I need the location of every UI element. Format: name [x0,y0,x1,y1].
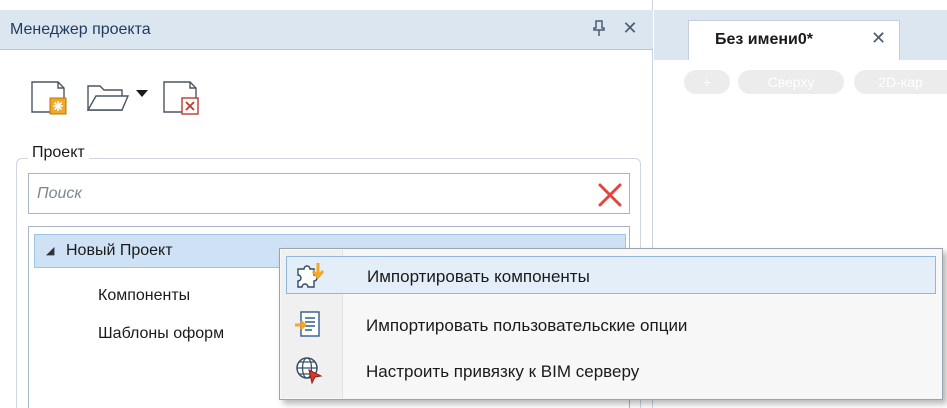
menu-item-bim-server[interactable]: Настроить привязку к BIM серверу [286,352,936,390]
menu-item-bim-server-label: Настроить привязку к BIM серверу [366,362,640,381]
project-toolbar [30,76,230,116]
panel-header: Менеджер проекта ✕ [0,10,653,50]
import-components-icon [295,261,325,291]
panel-title: Менеджер проекта [10,21,151,38]
dropdown-arrow-icon[interactable] [134,76,150,116]
delete-project-icon[interactable] [162,76,206,116]
import-options-icon [294,310,324,340]
project-group-label: Проект [28,144,89,162]
tree-item-templates[interactable]: Шаблоны оформ [98,325,224,343]
menu-item-import-options[interactable]: Импортировать пользовательские опции [286,306,936,344]
collapse-arrow-icon[interactable]: ◢ [46,244,54,257]
search-input[interactable] [37,182,577,206]
close-panel-icon[interactable]: ✕ [621,18,639,38]
menu-item-import-components-label: Импортировать компоненты [367,267,590,286]
open-folder-icon[interactable] [86,76,130,116]
search-box [28,173,630,214]
tree-item-components[interactable]: Компоненты [98,287,190,305]
menu-item-import-components[interactable]: Импортировать компоненты [286,256,936,294]
add-view-button[interactable]: + [684,70,730,94]
menu-item-import-options-label: Импортировать пользовательские опции [366,316,688,335]
document-tab[interactable]: Без имени0* ✕ [688,20,900,60]
context-menu: Импортировать компоненты Импортировать п… [279,248,943,400]
bim-server-icon [294,356,324,386]
tree-item-root-label: Новый Проект [66,242,173,259]
new-project-icon[interactable] [30,76,72,116]
close-tab-icon[interactable]: ✕ [871,28,886,49]
clear-search-icon[interactable] [597,182,623,208]
pin-icon[interactable] [592,19,606,37]
document-tab-label: Без имени0* [715,31,813,48]
view-2d-map-button[interactable]: 2D-кар [854,70,947,94]
view-top-button[interactable]: Сверху [738,70,844,94]
